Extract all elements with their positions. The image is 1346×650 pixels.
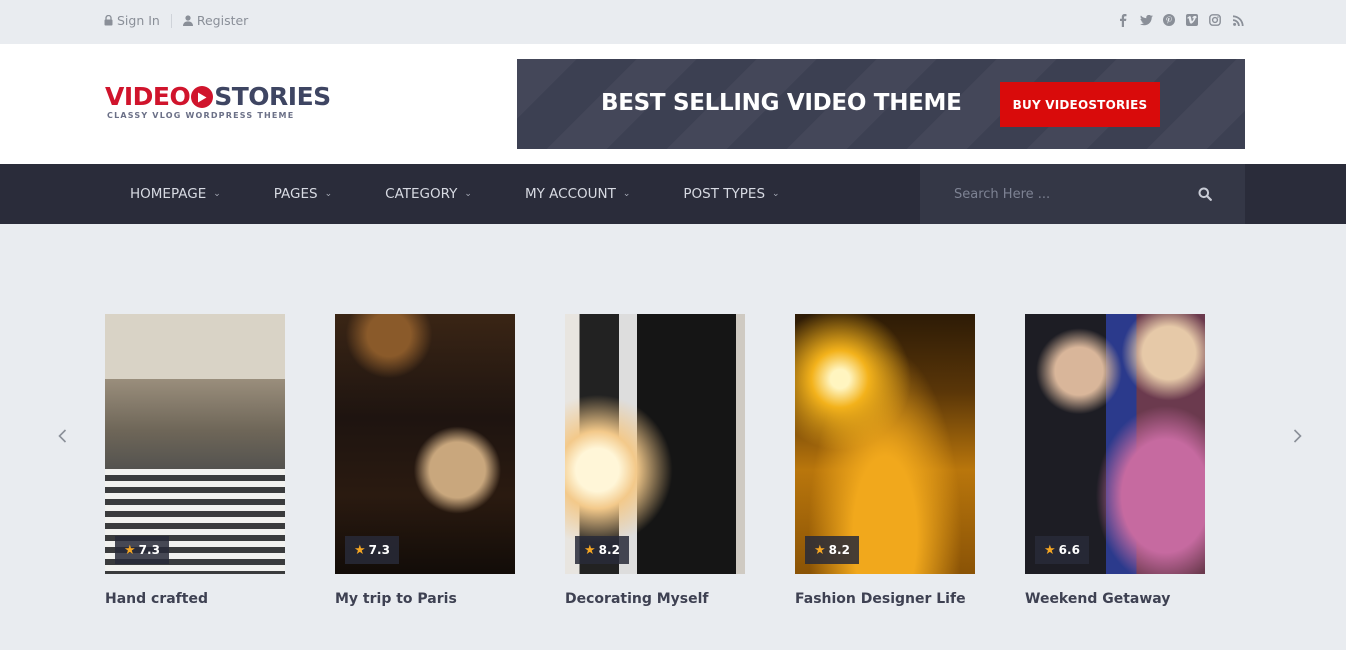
video-card[interactable]: ★ 8.2 Fashion Designer Life: [795, 314, 975, 607]
video-thumbnail[interactable]: ★ 8.2: [795, 314, 975, 574]
register-link[interactable]: Register: [182, 13, 249, 28]
rating-value: 7.3: [368, 543, 390, 557]
video-card[interactable]: ★ 7.3 Hand crafted: [105, 314, 285, 607]
site-logo[interactable]: VIDEO STORIES CLASSY VLOG WORDPRESS THEM…: [105, 84, 331, 121]
nav-label: PAGES: [273, 186, 318, 202]
video-title[interactable]: Fashion Designer Life: [795, 591, 975, 607]
logo-stories-text: STORIES: [214, 82, 331, 111]
chevron-down-icon: ⌄: [213, 189, 221, 199]
chevron-down-icon: ⌄: [324, 189, 333, 199]
rating-value: 6.6: [1058, 543, 1080, 557]
rating-badge: ★ 7.3: [115, 536, 169, 564]
star-icon: ★: [1044, 542, 1056, 558]
video-title[interactable]: Decorating Myself: [565, 591, 745, 607]
star-icon: ★: [124, 542, 136, 558]
buy-videostories-button[interactable]: BUY VIDEOSTORIES: [1000, 82, 1160, 127]
nav-item-homepage[interactable]: HOMEPAGE ⌄: [130, 186, 221, 202]
video-title[interactable]: Weekend Getaway: [1025, 591, 1205, 607]
nav-item-category[interactable]: CATEGORY ⌄: [385, 186, 472, 202]
carousel-prev-arrow[interactable]: [55, 428, 71, 444]
banner-headline: BEST SELLING VIDEO THEME: [601, 90, 962, 116]
nav-item-my-account[interactable]: MY ACCOUNT ⌄: [525, 186, 630, 202]
chevron-down-icon: ⌄: [622, 189, 631, 199]
star-icon: ★: [584, 542, 596, 558]
video-thumbnail[interactable]: ★ 8.2: [565, 314, 745, 574]
chevron-left-icon: [58, 429, 67, 443]
nav-label: HOMEPAGE: [130, 186, 207, 202]
video-thumbnail[interactable]: ★ 7.3: [105, 314, 285, 574]
vimeo-icon[interactable]: [1185, 13, 1199, 27]
star-icon: ★: [814, 542, 826, 558]
search-input[interactable]: [920, 164, 1190, 224]
star-icon: ★: [354, 542, 366, 558]
play-icon: [191, 86, 214, 108]
search-icon[interactable]: [1198, 186, 1214, 202]
site-header: VIDEO STORIES CLASSY VLOG WORDPRESS THEM…: [0, 44, 1346, 164]
rating-badge: ★ 8.2: [575, 536, 629, 564]
video-title[interactable]: Hand crafted: [105, 591, 285, 607]
rating-value: 8.2: [598, 543, 620, 557]
logo-wordmark: VIDEO STORIES: [105, 84, 331, 110]
register-label: Register: [196, 13, 249, 28]
nav-item-pages[interactable]: PAGES ⌄: [274, 186, 332, 202]
rating-badge: ★ 6.6: [1035, 536, 1089, 564]
video-card[interactable]: ★ 8.2 Decorating Myself: [565, 314, 745, 607]
nav-label: CATEGORY: [385, 186, 458, 202]
rating-badge: ★ 7.3: [345, 536, 399, 564]
auth-links: Sign In Register: [104, 13, 248, 28]
rating-value: 8.2: [828, 543, 850, 557]
top-bar: Sign In Register: [0, 0, 1346, 44]
logo-video-text: VIDEO: [105, 82, 191, 111]
logo-tagline: CLASSY VLOG WORDPRESS THEME: [107, 111, 295, 120]
twitter-icon[interactable]: [1139, 13, 1153, 27]
carousel-next-arrow[interactable]: [1289, 428, 1305, 444]
sign-in-label: Sign In: [117, 13, 160, 28]
instagram-icon[interactable]: [1208, 13, 1222, 27]
user-icon: [182, 15, 193, 26]
search-box: [920, 164, 1245, 224]
video-card[interactable]: ★ 6.6 Weekend Getaway: [1025, 314, 1205, 607]
pinterest-icon[interactable]: [1162, 13, 1176, 27]
video-thumbnail[interactable]: ★ 7.3: [335, 314, 515, 574]
nav-menu: HOMEPAGE ⌄ PAGES ⌄ CATEGORY ⌄ MY ACCOUNT ⌄ P…: [130, 164, 833, 224]
social-links: [1116, 13, 1245, 27]
video-card[interactable]: ★ 7.3 My trip to Paris: [335, 314, 515, 607]
divider: [170, 13, 172, 28]
nav-item-post-types[interactable]: POST TYPES ⌄: [683, 186, 779, 202]
lock-icon: [104, 15, 113, 26]
rss-icon[interactable]: [1231, 13, 1245, 27]
video-title[interactable]: My trip to Paris: [335, 591, 515, 607]
video-thumbnail[interactable]: ★ 6.6: [1025, 314, 1205, 574]
rating-value: 7.3: [138, 543, 160, 557]
sign-in-link[interactable]: Sign In: [104, 13, 160, 28]
facebook-icon[interactable]: [1116, 13, 1130, 27]
rating-badge: ★ 8.2: [805, 536, 859, 564]
nav-label: MY ACCOUNT: [524, 186, 616, 202]
nav-label: POST TYPES: [683, 186, 766, 202]
main-navigation: HOMEPAGE ⌄ PAGES ⌄ CATEGORY ⌄ MY ACCOUNT ⌄ P…: [0, 164, 1346, 224]
ad-banner[interactable]: BEST SELLING VIDEO THEME BUY VIDEOSTORIE…: [517, 59, 1245, 149]
chevron-right-icon: [1293, 429, 1302, 443]
chevron-down-icon: ⌄: [772, 189, 780, 199]
chevron-down-icon: ⌄: [464, 189, 472, 199]
